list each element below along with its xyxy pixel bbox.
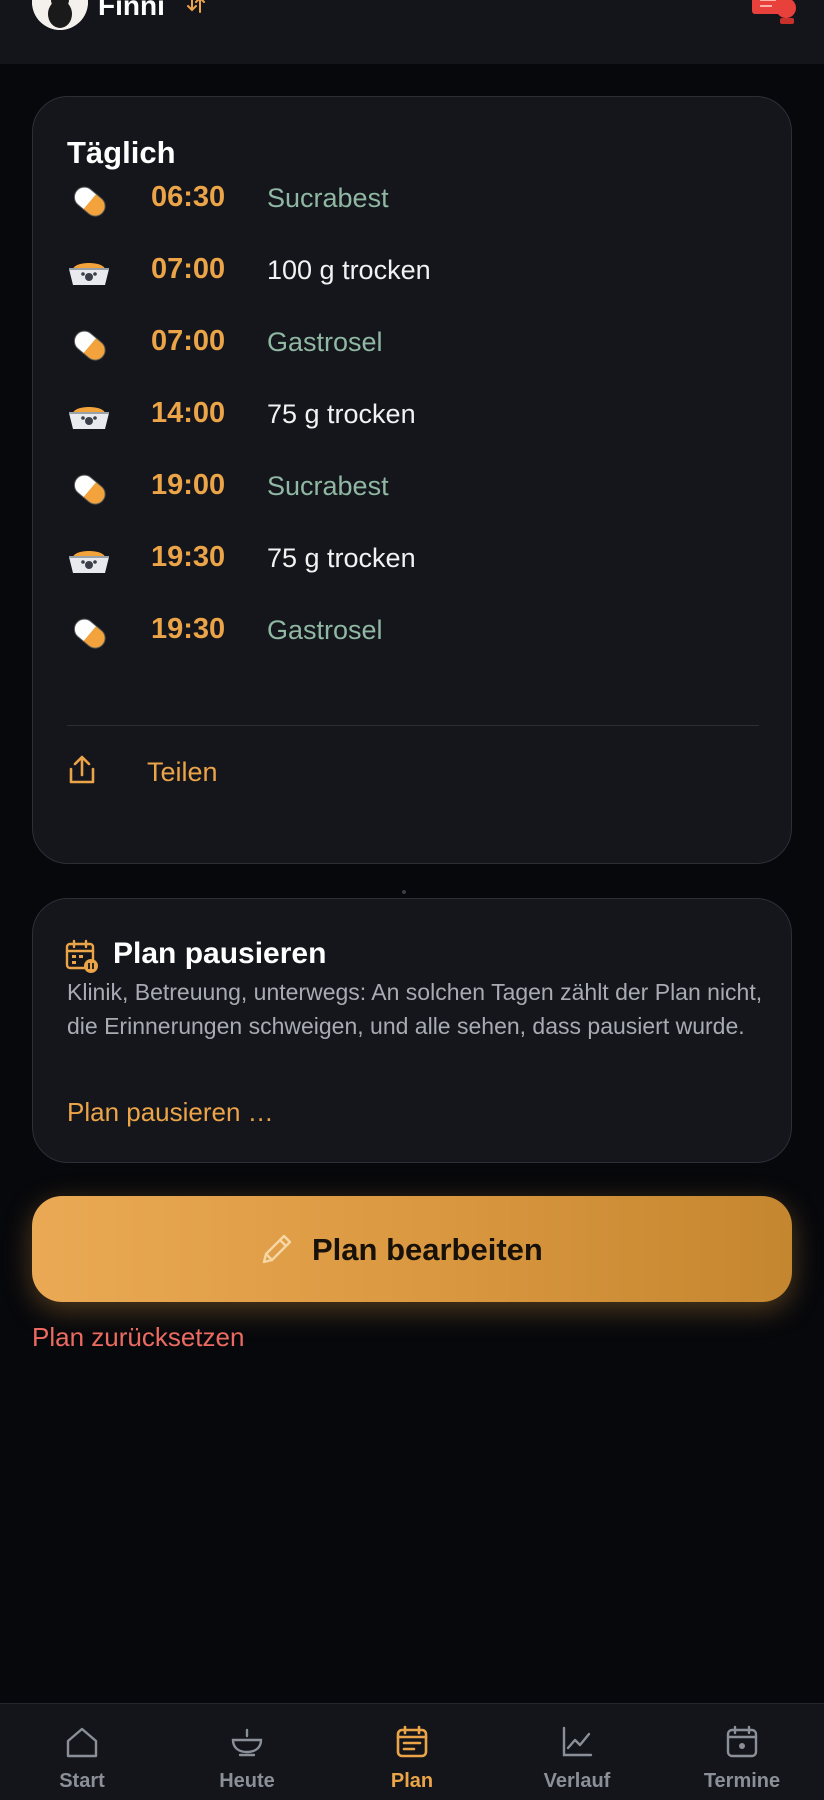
food-bowl-icon <box>65 251 113 295</box>
share-button[interactable]: Teilen <box>65 751 265 795</box>
schedule-label: 75 g trocken <box>267 399 416 429</box>
pencil-icon <box>262 1234 292 1264</box>
page-indicator-dot <box>402 890 406 894</box>
schedule-label: 100 g trocken <box>267 255 431 285</box>
calendar-icon <box>726 1725 758 1758</box>
edit-plan-button[interactable]: Plan bearbeiten <box>32 1196 792 1302</box>
schedule-row[interactable]: 07:00 100 g trocken <box>65 249 765 297</box>
nav-label: Termine <box>703 1770 781 1792</box>
pill-icon <box>65 179 113 223</box>
share-icon <box>69 755 95 784</box>
daily-plan-card: Täglich 06:30 Sucrabest 07:00 100 g trocken… <box>32 96 792 864</box>
bowl-icon <box>231 1728 263 1757</box>
edit-plan-label: Plan bearbeiten <box>312 1232 543 1267</box>
schedule-row[interactable]: 19:30 75 g trocken <box>65 537 765 585</box>
alert-icon[interactable] <box>748 0 800 28</box>
calendar-pause-icon <box>65 939 98 973</box>
schedule-label: Gastrosel <box>267 327 383 357</box>
schedule-time: 19:30 <box>151 541 226 573</box>
schedule-time: 19:00 <box>151 469 226 501</box>
schedule-time: 07:00 <box>151 253 226 285</box>
share-label: Teilen <box>147 757 218 787</box>
nav-termine[interactable]: Termine <box>660 1704 824 1800</box>
pill-icon <box>65 611 113 655</box>
bottom-navigation: Start Heute Plan Verlauf Termine <box>0 1703 824 1800</box>
schedule-time: 14:00 <box>151 397 226 429</box>
pet-name[interactable]: Finni <box>98 0 165 20</box>
pause-title: Plan pausieren <box>113 937 327 970</box>
schedule-label: Gastrosel <box>267 615 383 645</box>
schedule-time: 06:30 <box>151 181 226 213</box>
top-bar: Finni <box>0 0 824 64</box>
pause-plan-link[interactable]: Plan pausieren … <box>67 1097 274 1128</box>
schedule-time: 07:00 <box>151 325 226 357</box>
switch-pet-icon[interactable] <box>186 0 206 14</box>
nav-label: Plan <box>390 1770 434 1792</box>
schedule-row[interactable]: 19:00 Sucrabest <box>65 465 765 513</box>
nav-label: Verlauf <box>543 1770 611 1792</box>
nav-label: Heute <box>219 1770 275 1792</box>
schedule-row[interactable]: 06:30 Sucrabest <box>65 177 765 225</box>
schedule-label: Sucrabest <box>267 183 389 213</box>
reset-plan-link[interactable]: Plan zurücksetzen <box>32 1322 244 1353</box>
pill-icon <box>65 323 113 367</box>
nav-label: Start <box>59 1770 105 1792</box>
schedule-row[interactable]: 14:00 75 g trocken <box>65 393 765 441</box>
nav-verlauf[interactable]: Verlauf <box>495 1704 659 1800</box>
schedule-row[interactable]: 07:00 Gastrosel <box>65 321 765 369</box>
chart-icon <box>562 1726 593 1757</box>
daily-title: Täglich <box>67 135 176 170</box>
food-bowl-icon <box>65 395 113 439</box>
divider <box>67 725 759 726</box>
schedule-time: 19:30 <box>151 613 226 645</box>
pet-avatar[interactable] <box>32 0 88 30</box>
schedule-label: Sucrabest <box>267 471 389 501</box>
nav-heute[interactable]: Heute <box>165 1704 329 1800</box>
schedule-row[interactable]: 19:30 Gastrosel <box>65 609 765 657</box>
home-icon <box>66 1727 98 1758</box>
plan-icon <box>396 1725 428 1758</box>
pause-description: Klinik, Betreuung, unterwegs: An solchen… <box>67 979 763 1039</box>
pill-icon <box>65 467 113 511</box>
nav-start[interactable]: Start <box>0 1704 164 1800</box>
schedule-label: 75 g trocken <box>267 543 416 573</box>
pause-plan-card: Plan pausieren Klinik, Betreuung, unterw… <box>32 898 792 1163</box>
nav-plan[interactable]: Plan <box>330 1704 494 1800</box>
food-bowl-icon <box>65 539 113 583</box>
